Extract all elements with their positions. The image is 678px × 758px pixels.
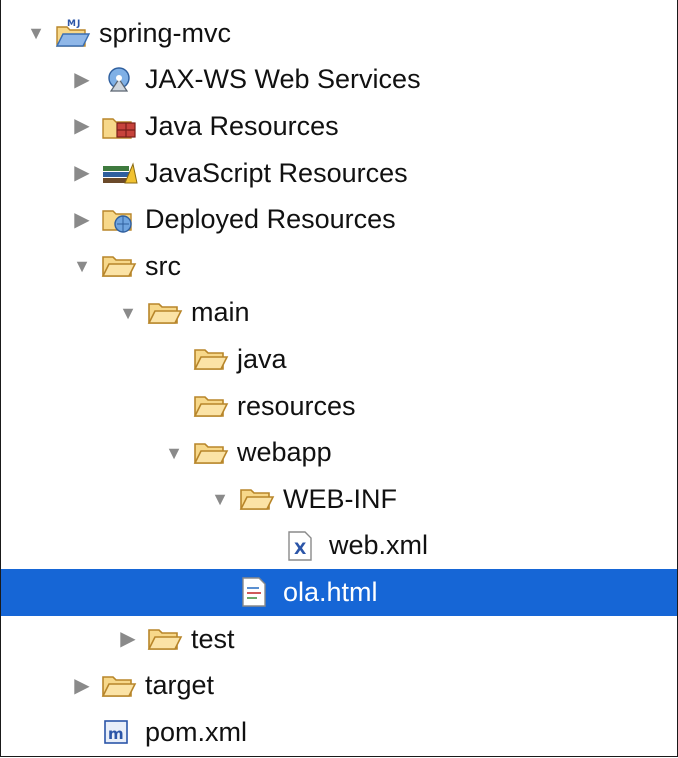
- tree-item-test[interactable]: ▶ test: [1, 616, 677, 663]
- html-file-icon: [239, 576, 281, 608]
- tree-item-label: Java Resources: [145, 110, 339, 141]
- tree-item-webapp[interactable]: ▼ webapp: [1, 429, 677, 476]
- tree-item-label: ola.html: [283, 576, 378, 607]
- chevron-right-icon[interactable]: ▶: [115, 626, 141, 652]
- tree-item-java[interactable]: ▶ java: [1, 336, 677, 383]
- tree-item-javascript-resources[interactable]: ▶ JavaScript Resources: [1, 150, 677, 197]
- svg-text:J: J: [76, 19, 80, 29]
- folder-icon: [147, 297, 189, 329]
- tree-item-label: web.xml: [329, 530, 429, 561]
- folder-icon: [147, 623, 189, 655]
- folder-icon: [193, 390, 235, 422]
- folder-icon: [193, 437, 235, 469]
- chevron-down-icon[interactable]: ▼: [69, 253, 95, 279]
- maven-project-icon: M J: [55, 17, 97, 49]
- tree-item-label: src: [145, 250, 181, 281]
- tree-item-label: pom.xml: [145, 716, 248, 747]
- tree-item-label: java: [237, 343, 287, 374]
- chevron-right-icon[interactable]: ▶: [69, 67, 95, 93]
- tree-item-label: test: [191, 623, 235, 654]
- chevron-right-icon[interactable]: ▶: [69, 207, 95, 233]
- tree-item-web-xml[interactable]: ▶ X web.xml: [1, 523, 677, 570]
- tree-item-pom-xml[interactable]: ▶ m pom.xml: [1, 709, 677, 756]
- web-services-icon: [101, 64, 143, 96]
- svg-text:M: M: [67, 19, 76, 29]
- folder-icon: [239, 483, 281, 515]
- chevron-right-icon[interactable]: ▶: [69, 113, 95, 139]
- deployed-resources-icon: [101, 204, 143, 236]
- folder-icon: [101, 250, 143, 282]
- chevron-down-icon[interactable]: ▼: [207, 486, 233, 512]
- svg-text:X: X: [294, 539, 307, 558]
- tree-item-ola-html[interactable]: ▶ ola.html: [1, 569, 677, 616]
- tree-item-label: JAX-WS Web Services: [145, 64, 421, 95]
- maven-pom-icon: m: [101, 716, 143, 748]
- folder-icon: [101, 670, 143, 702]
- tree-item-resources[interactable]: ▶ resources: [1, 383, 677, 430]
- xml-file-icon: X: [285, 530, 327, 562]
- chevron-right-icon[interactable]: ▶: [69, 160, 95, 186]
- project-tree: ▼ M J spring-mvc ▶ JAX-WS Web Services ▶ J…: [1, 10, 677, 756]
- tree-item-spring-mvc[interactable]: ▼ M J spring-mvc: [1, 10, 677, 57]
- chevron-right-icon[interactable]: ▶: [69, 673, 95, 699]
- chevron-down-icon[interactable]: ▼: [115, 300, 141, 326]
- tree-item-java-resources[interactable]: ▶ Java Resources: [1, 103, 677, 150]
- javascript-resources-icon: [101, 157, 143, 189]
- tree-item-web-inf[interactable]: ▼ WEB-INF: [1, 476, 677, 523]
- tree-item-label: webapp: [237, 437, 332, 468]
- tree-item-label: spring-mvc: [99, 17, 232, 48]
- chevron-down-icon[interactable]: ▼: [161, 440, 187, 466]
- project-explorer-panel: ▼ M J spring-mvc ▶ JAX-WS Web Services ▶ J…: [0, 0, 678, 757]
- tree-item-label: Deployed Resources: [145, 204, 396, 235]
- tree-item-src[interactable]: ▼ src: [1, 243, 677, 290]
- tree-item-label: main: [191, 297, 250, 328]
- svg-text:m: m: [108, 725, 124, 743]
- tree-item-label: target: [145, 670, 215, 701]
- tree-item-target[interactable]: ▶ target: [1, 662, 677, 709]
- tree-item-label: JavaScript Resources: [145, 157, 408, 188]
- folder-icon: [193, 343, 235, 375]
- tree-item-jax-ws-web-services[interactable]: ▶ JAX-WS Web Services: [1, 57, 677, 104]
- tree-item-main[interactable]: ▼ main: [1, 290, 677, 337]
- tree-item-deployed-resources[interactable]: ▶ Deployed Resources: [1, 196, 677, 243]
- java-resources-icon: [101, 110, 143, 142]
- chevron-down-icon[interactable]: ▼: [23, 20, 49, 46]
- tree-item-label: WEB-INF: [283, 483, 397, 514]
- tree-item-label: resources: [237, 390, 356, 421]
